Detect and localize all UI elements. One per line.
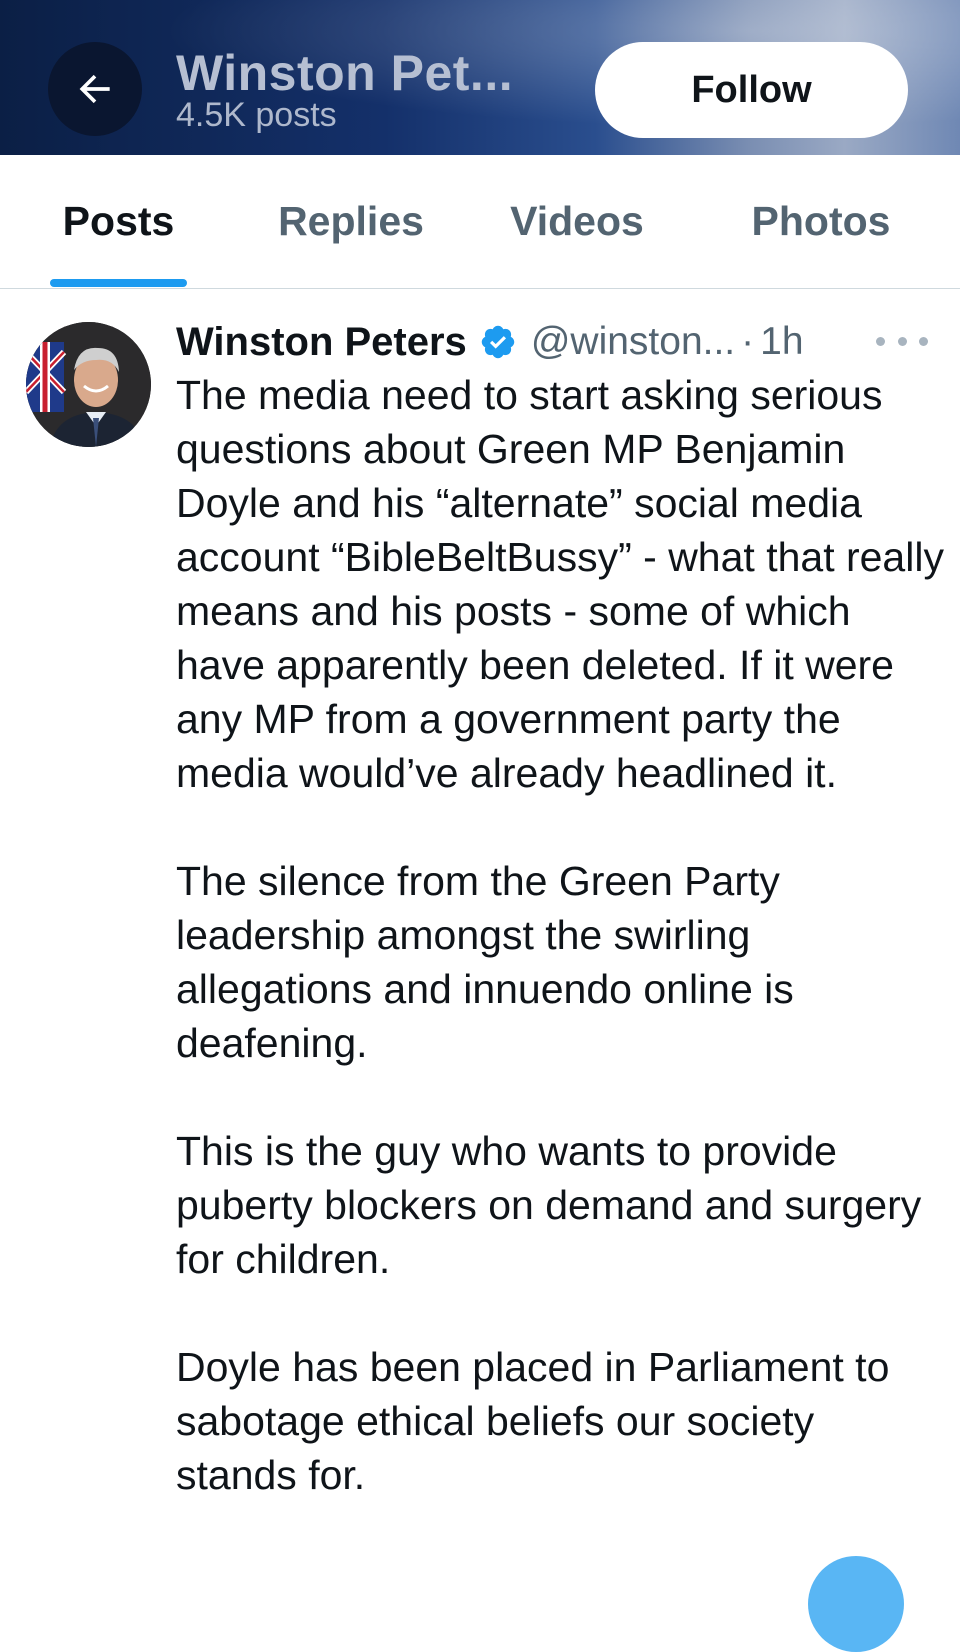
author-handle[interactable]: @winston... xyxy=(531,320,735,364)
profile-photo xyxy=(26,322,151,447)
tab-videos[interactable]: Videos xyxy=(500,155,654,288)
more-dot xyxy=(919,336,928,346)
post-paragraph: Doyle has been placed in Parliament to s… xyxy=(176,1344,890,1498)
arrow-left-icon xyxy=(79,74,110,104)
more-dot xyxy=(876,336,885,346)
post-paragraph: The media need to start asking serious q… xyxy=(176,372,944,796)
tab-replies[interactable]: Replies xyxy=(268,155,434,288)
profile-header: Winston Pet... 4.5K posts Follow xyxy=(0,0,960,155)
compose-post-button[interactable] xyxy=(808,1556,904,1652)
profile-tabs: Posts Replies Videos Photos xyxy=(0,155,960,289)
post-paragraph: This is the guy who wants to provide pub… xyxy=(176,1128,922,1282)
post-header: Winston Peters @winston... · 1h xyxy=(176,314,804,370)
post-count: 4.5K posts xyxy=(176,96,337,134)
follow-button[interactable]: Follow xyxy=(595,42,908,138)
more-dot xyxy=(897,336,907,346)
post-paragraph: The silence from the Green Party leaders… xyxy=(176,858,794,1066)
back-button[interactable] xyxy=(48,42,142,136)
more-options-icon[interactable] xyxy=(876,325,928,357)
post-timestamp[interactable]: 1h xyxy=(760,320,803,364)
avatar[interactable] xyxy=(26,322,151,447)
author-name[interactable]: Winston Peters xyxy=(176,320,467,365)
separator-dot: · xyxy=(741,320,755,363)
active-tab-indicator xyxy=(50,279,187,287)
tab-posts[interactable]: Posts xyxy=(50,155,187,288)
post-body[interactable]: The media need to start asking serious q… xyxy=(176,368,946,1556)
verified-badge-icon xyxy=(479,323,517,361)
tab-photos[interactable]: Photos xyxy=(742,155,900,288)
profile-display-name: Winston Pet... xyxy=(176,45,514,101)
